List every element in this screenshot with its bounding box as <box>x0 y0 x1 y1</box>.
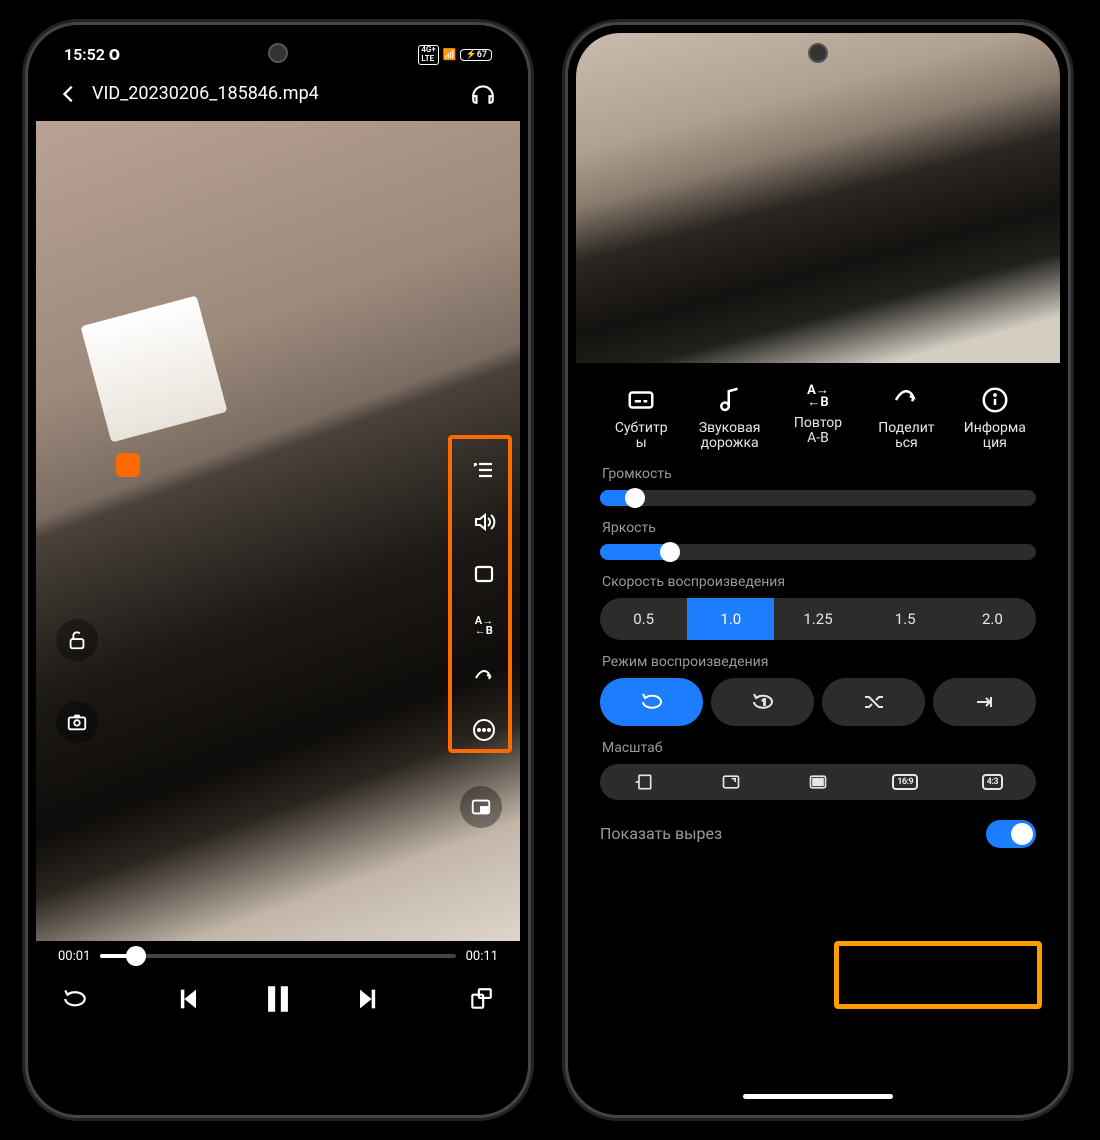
scale-crop[interactable] <box>774 764 861 800</box>
mi-logo <box>116 453 140 477</box>
mode-stop-after[interactable] <box>933 678 1036 726</box>
side-toolbar: A→←B <box>460 441 508 761</box>
video-preview <box>576 33 1060 363</box>
prev-button[interactable] <box>175 985 203 1013</box>
scale-4-3[interactable]: 4:3 <box>949 764 1036 800</box>
mode-loop-all[interactable] <box>600 678 703 726</box>
clock: 15:52 <box>64 45 105 64</box>
next-button[interactable] <box>353 985 381 1013</box>
more-icon[interactable] <box>465 711 503 749</box>
section-brightness-label: Яркость <box>602 520 1036 536</box>
playlist-icon[interactable] <box>465 451 503 489</box>
speed-1-5[interactable]: 1.5 <box>862 598 949 640</box>
video-title: VID_20230206_185846.mp4 <box>92 83 319 104</box>
home-indicator <box>743 1094 893 1099</box>
ab-repeat-icon[interactable]: A→←B <box>465 607 503 645</box>
scale-fit[interactable] <box>600 764 687 800</box>
scale-row: 16:9 4:3 <box>600 764 1036 800</box>
front-camera <box>268 43 288 63</box>
scale-16-9[interactable]: 16:9 <box>862 764 949 800</box>
option-ab-repeat[interactable]: A→←B ПовторA-B <box>777 385 859 452</box>
current-time: 00:01 <box>58 949 90 964</box>
title-bar: VID_20230206_185846.mp4 <box>36 71 520 121</box>
speed-2-0[interactable]: 2.0 <box>949 598 1036 640</box>
phone-left: 15:52 O 4G+LTE 📶 ⚡67 VID_20230206_185846… <box>28 25 528 1115</box>
speed-1-25[interactable]: 1.25 <box>774 598 861 640</box>
speed-0-5[interactable]: 0.5 <box>600 598 687 640</box>
section-volume-label: Громкость <box>602 466 1036 482</box>
video-viewport[interactable]: A→←B <box>36 121 520 941</box>
aspect-icon[interactable] <box>465 555 503 593</box>
volume-slider[interactable] <box>600 490 1036 506</box>
unlock-rotation-button[interactable] <box>56 619 98 661</box>
transport-bar: 00:01 00:11 <box>36 941 520 1030</box>
headphones-icon[interactable] <box>470 81 496 107</box>
scale-fill[interactable] <box>687 764 774 800</box>
options-row: Субтитры Звуковаядорожка A→←B ПовторA-B … <box>600 385 1036 452</box>
option-info[interactable]: Информация <box>954 385 1036 452</box>
front-camera <box>808 43 828 63</box>
annotation-highlight <box>834 941 1042 1009</box>
speed-1-0[interactable]: 1.0 <box>687 598 774 640</box>
seek-bar[interactable] <box>100 954 455 958</box>
mode-row: 1 <box>600 678 1036 726</box>
screenshot-button[interactable] <box>56 701 98 743</box>
speed-segmented: 0.5 1.0 1.25 1.5 2.0 <box>600 598 1036 640</box>
back-icon[interactable] <box>58 83 80 105</box>
option-subtitles[interactable]: Субтитры <box>600 385 682 452</box>
section-speed-label: Скорость воспроизведения <box>602 574 1036 590</box>
cutout-toggle[interactable] <box>986 820 1036 848</box>
pip-button[interactable] <box>460 786 502 828</box>
pause-button[interactable] <box>261 982 295 1016</box>
rotate-button[interactable] <box>468 986 494 1012</box>
section-scale-label: Масштаб <box>602 740 1036 756</box>
mode-shuffle[interactable] <box>822 678 925 726</box>
volte-icon: 4G+LTE <box>418 45 438 65</box>
option-audiotrack[interactable]: Звуковаядорожка <box>688 385 770 452</box>
phone-right: Субтитры Звуковаядорожка A→←B ПовторA-B … <box>568 25 1068 1115</box>
duration: 00:11 <box>466 949 498 964</box>
mode-loop-one[interactable]: 1 <box>711 678 814 726</box>
loop-button[interactable] <box>62 986 88 1012</box>
share-icon[interactable] <box>465 659 503 697</box>
cutout-label: Показать вырез <box>600 824 722 843</box>
volume-icon[interactable] <box>465 503 503 541</box>
option-share[interactable]: Поделиться <box>865 385 947 452</box>
battery-icon: ⚡67 <box>460 49 492 61</box>
brightness-slider[interactable] <box>600 544 1036 560</box>
svg-text:1: 1 <box>762 698 767 707</box>
section-mode-label: Режим воспроизведения <box>602 654 1036 670</box>
signal-icon: 📶 <box>443 48 457 61</box>
